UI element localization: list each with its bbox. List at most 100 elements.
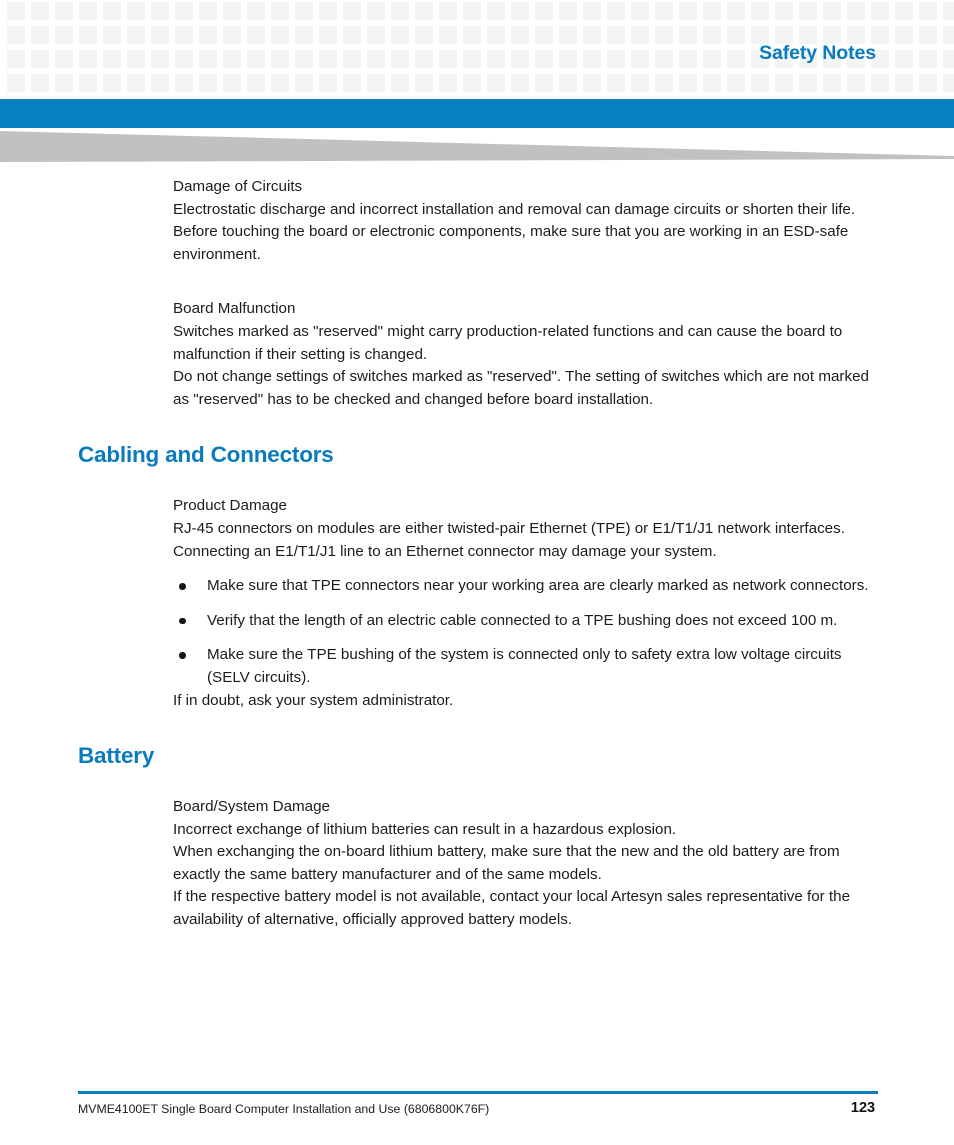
note-paragraph: Before touching the board or electronic …: [173, 223, 849, 263]
header-grid-square: [559, 74, 577, 92]
header-grid-square: [175, 26, 193, 44]
header-grid-square: [367, 2, 385, 20]
header-grid-square: [727, 74, 745, 92]
header-grid-square: [391, 74, 409, 92]
header-grid-square: [7, 74, 25, 92]
header-grid-square: [415, 26, 433, 44]
note-caption: Board Malfunction: [173, 300, 296, 318]
header-grid-square: [535, 74, 553, 92]
header-grid-square: [463, 26, 481, 44]
note-caption: Damage of Circuits: [173, 178, 303, 195]
header-grid-square: [919, 74, 937, 92]
header-grid-square: [703, 50, 721, 68]
list-item-label: Make sure that TPE connectors near your …: [207, 577, 869, 595]
header-grid-square: [679, 74, 697, 92]
header-grid-square: [319, 26, 337, 44]
header-grid-square: [223, 2, 241, 20]
header-grid-square: [439, 2, 457, 20]
section-heading-battery: Battery: [78, 743, 155, 769]
header-grid-square: [319, 2, 337, 20]
header-grid-square: [55, 50, 73, 68]
header-grid-square: [895, 74, 913, 92]
header-grid-square: [271, 2, 289, 20]
header-grid-square: [295, 26, 313, 44]
header-grid-square: [487, 2, 505, 20]
header-grid-square: [319, 74, 337, 92]
header-grid-square: [655, 2, 673, 20]
header-grid-square: [895, 26, 913, 44]
header-grid-square: [511, 26, 529, 44]
header-grid-square: [631, 74, 649, 92]
header-grid-square: [487, 50, 505, 68]
header-grid-square: [607, 26, 625, 44]
bullet-icon: [179, 617, 186, 625]
header-grid-square: [295, 2, 313, 20]
header-grid-square: [463, 2, 481, 20]
header-grid-square: [919, 2, 937, 20]
note-paragraph: When exchanging the on-board lithium bat…: [173, 843, 840, 883]
header-grid-square: [775, 74, 793, 92]
header-grid-square: [247, 74, 265, 92]
note-caption: Board/System Damage: [173, 798, 331, 816]
header-grid-square: [559, 2, 577, 20]
header-grid-square: [391, 26, 409, 44]
header-grid-square: [79, 2, 97, 20]
spacer: [0, 598, 954, 610]
page-header: Safety Notes: [0, 0, 954, 100]
header-grid-square: [895, 50, 913, 68]
note-paragraph: Electrostatic discharge and incorrect in…: [173, 200, 856, 218]
header-grid-square: [223, 50, 241, 68]
header-grid-square: [247, 50, 265, 68]
header-grid-square: [391, 50, 409, 68]
header-grid-square: [271, 26, 289, 44]
page-footer: MVME4100ET Single Board Computer Install…: [0, 1085, 954, 1145]
header-grid-square: [511, 74, 529, 92]
header-grid-square: [799, 74, 817, 92]
note-paragraph: Switches marked as "reserved" might carr…: [173, 322, 843, 363]
header-grid-square: [103, 26, 121, 44]
cabling-bullet-list: Make sure that TPE connectors near your …: [0, 575, 954, 689]
header-grid-square: [79, 74, 97, 92]
header-grid-square: [703, 74, 721, 92]
header-grid-square: [607, 74, 625, 92]
list-item: Make sure that TPE connectors near your …: [0, 575, 954, 598]
note-paragraph: Do not change settings of switches marke…: [173, 368, 869, 408]
header-grid-square: [79, 50, 97, 68]
bullet-icon: [179, 652, 186, 659]
header-grid-square: [319, 50, 337, 68]
footer-page-number: 123: [850, 1100, 876, 1116]
header-grid-square: [199, 26, 217, 44]
header-grid-square: [679, 2, 697, 20]
note-damage-of-circuits: Damage of Circuits Electrostatic dischar…: [0, 176, 954, 266]
list-item: Verify that the length of an electric ca…: [0, 610, 954, 633]
header-grid-square: [631, 2, 649, 20]
header-grid-square: [655, 50, 673, 68]
header-grid-square: [487, 26, 505, 44]
header-grid-square: [535, 2, 553, 20]
header-grid-square: [847, 74, 865, 92]
header-grid-square: [919, 26, 937, 44]
header-grid-square: [127, 74, 145, 92]
note-paragraph: RJ-45 connectors on modules are either t…: [173, 519, 845, 560]
header-grid-square: [607, 50, 625, 68]
section-heading-cabling-and-connectors: Cabling and Connectors: [78, 442, 334, 468]
header-grid-square: [223, 74, 241, 92]
header-grid-square: [31, 2, 49, 20]
header-grid-square: [415, 50, 433, 68]
note-board-malfunction: Board Malfunction Switches marked as "re…: [0, 298, 954, 411]
header-grid-square: [823, 74, 841, 92]
note-board-system-damage: Board/System Damage Incorrect exchange o…: [0, 796, 954, 932]
spacer: [0, 632, 954, 644]
header-grid-square: [871, 2, 889, 20]
header-grid-square: [367, 74, 385, 92]
header-grid-square: [367, 26, 385, 44]
header-grid-square: [463, 50, 481, 68]
header-grid-square: [343, 50, 361, 68]
footer-divider: [78, 1091, 878, 1094]
header-grid-square: [247, 26, 265, 44]
header-grid-square: [727, 2, 745, 20]
header-grid-square: [175, 2, 193, 20]
